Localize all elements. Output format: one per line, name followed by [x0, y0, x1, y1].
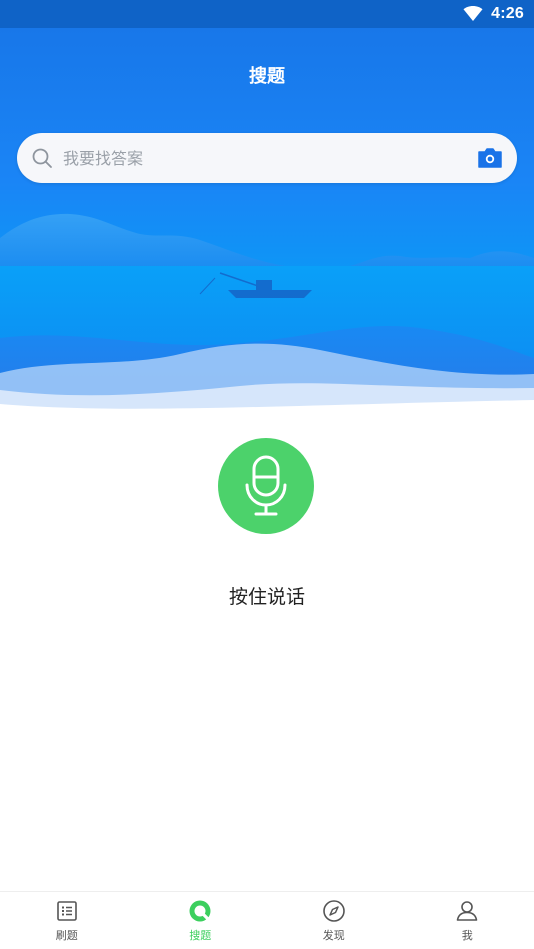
wifi-icon — [463, 6, 483, 21]
voice-record-button[interactable] — [218, 438, 314, 534]
page-title: 搜题 — [249, 66, 285, 87]
search-icon — [32, 148, 52, 168]
nav-item-practice[interactable]: 刷题 — [0, 892, 134, 949]
search-circle-icon — [189, 900, 211, 922]
status-time: 4:26 — [491, 5, 524, 22]
user-icon — [456, 901, 478, 921]
status-bar: 4:26 — [0, 0, 534, 28]
nav-label: 搜题 — [189, 929, 212, 942]
microphone-icon — [245, 455, 287, 516]
hold-to-speak-label: 按住说话 — [228, 586, 305, 608]
nav-label: 刷题 — [55, 929, 78, 942]
nav-item-me[interactable]: 我 — [401, 892, 534, 949]
nav-label: 我 — [461, 929, 473, 942]
compass-icon — [322, 900, 345, 922]
bottom-nav: 刷题 搜题 发现 我 — [0, 891, 534, 949]
nav-item-search[interactable]: 搜题 — [134, 892, 268, 949]
nav-item-discover[interactable]: 发现 — [267, 892, 401, 949]
camera-icon[interactable] — [477, 147, 503, 169]
search-input[interactable] — [63, 148, 477, 168]
list-icon — [56, 901, 77, 921]
hero-banner: 搜题 — [0, 28, 534, 413]
nav-label: 发现 — [322, 929, 345, 942]
search-bar[interactable] — [17, 133, 517, 183]
